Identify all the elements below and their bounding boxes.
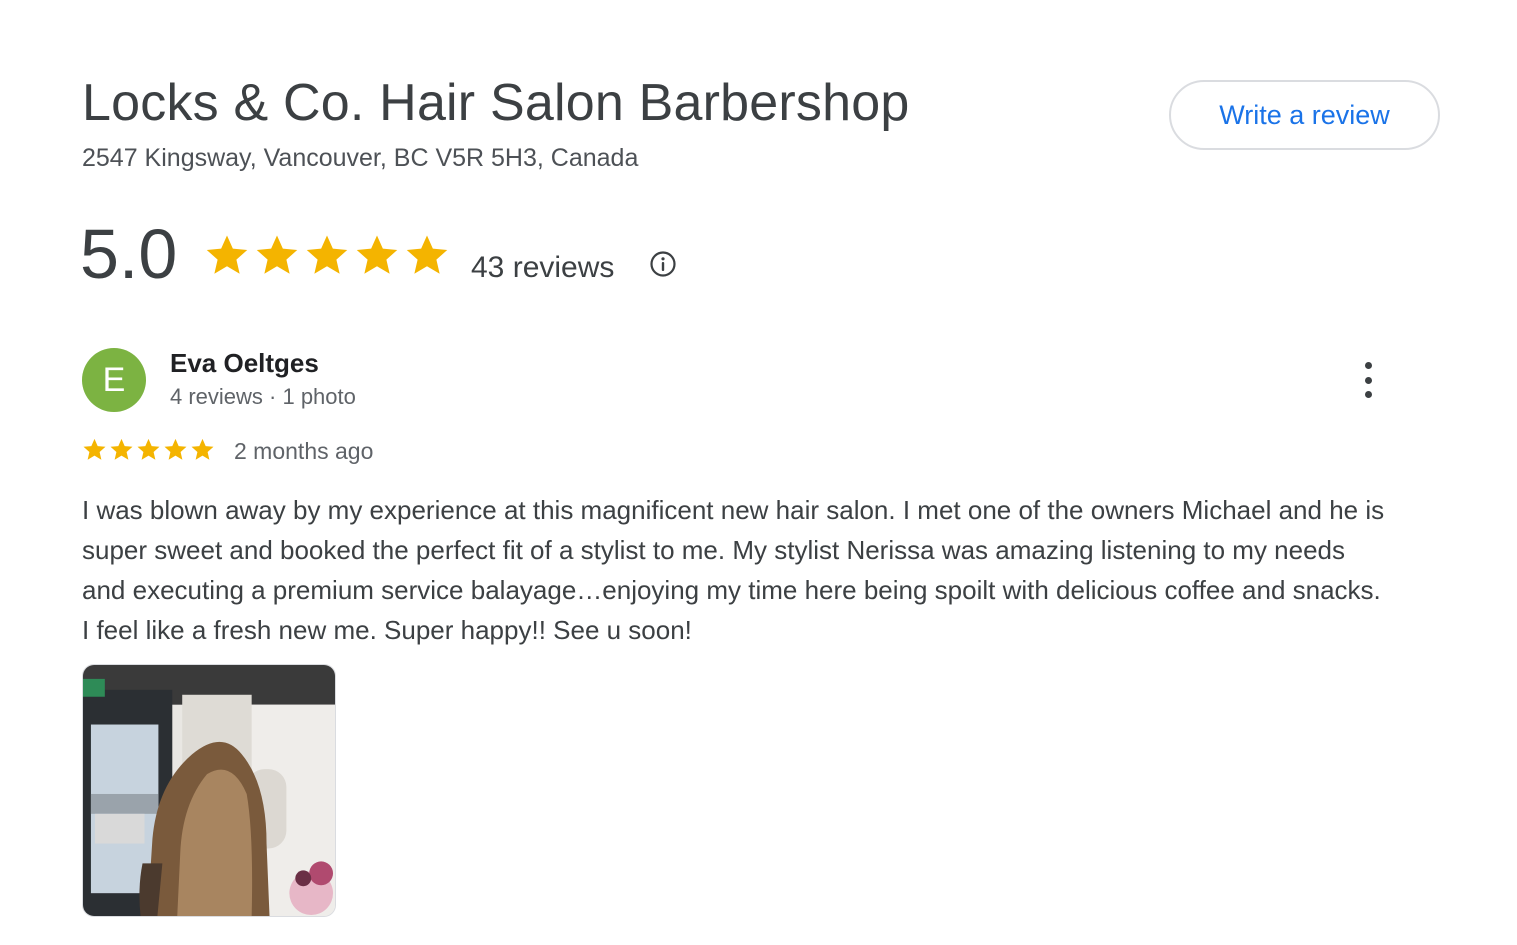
review-author-meta: 4 reviews · 1 photo — [170, 384, 356, 409]
star-icon — [356, 235, 398, 274]
star-icon — [191, 438, 214, 460]
review-rating-stars — [82, 437, 215, 462]
review-photo[interactable] — [82, 664, 336, 917]
more-dot — [1364, 376, 1372, 384]
review-text: I was blown away by my experience at thi… — [82, 495, 1385, 645]
review-author-name[interactable]: Eva Oeltges — [170, 346, 319, 380]
star-icon — [306, 235, 348, 274]
more-dot — [1364, 362, 1372, 369]
more-vertical-icon[interactable] — [1350, 360, 1386, 400]
avatar[interactable]: E — [82, 348, 146, 412]
write-review-button[interactable]: Write a review — [1169, 80, 1440, 150]
overall-rating-stars — [204, 232, 450, 278]
more-dot — [1364, 391, 1372, 398]
star-icon — [406, 235, 448, 274]
overall-rating: 5.0 — [80, 215, 178, 293]
info-icon[interactable] — [649, 250, 677, 278]
business-name: Locks & Co. Hair Salon Barbershop — [82, 74, 910, 132]
review-count-link[interactable]: 43 reviews — [471, 250, 614, 286]
business-address: 2547 Kingsway, Vancouver, BC V5R 5H3, Ca… — [82, 144, 639, 172]
star-icon — [164, 438, 187, 460]
star-icon — [83, 438, 106, 460]
star-icon — [137, 438, 160, 460]
star-icon — [256, 235, 298, 274]
star-icon — [110, 438, 133, 460]
review-date: 2 months ago — [234, 438, 374, 464]
star-icon — [206, 235, 248, 274]
